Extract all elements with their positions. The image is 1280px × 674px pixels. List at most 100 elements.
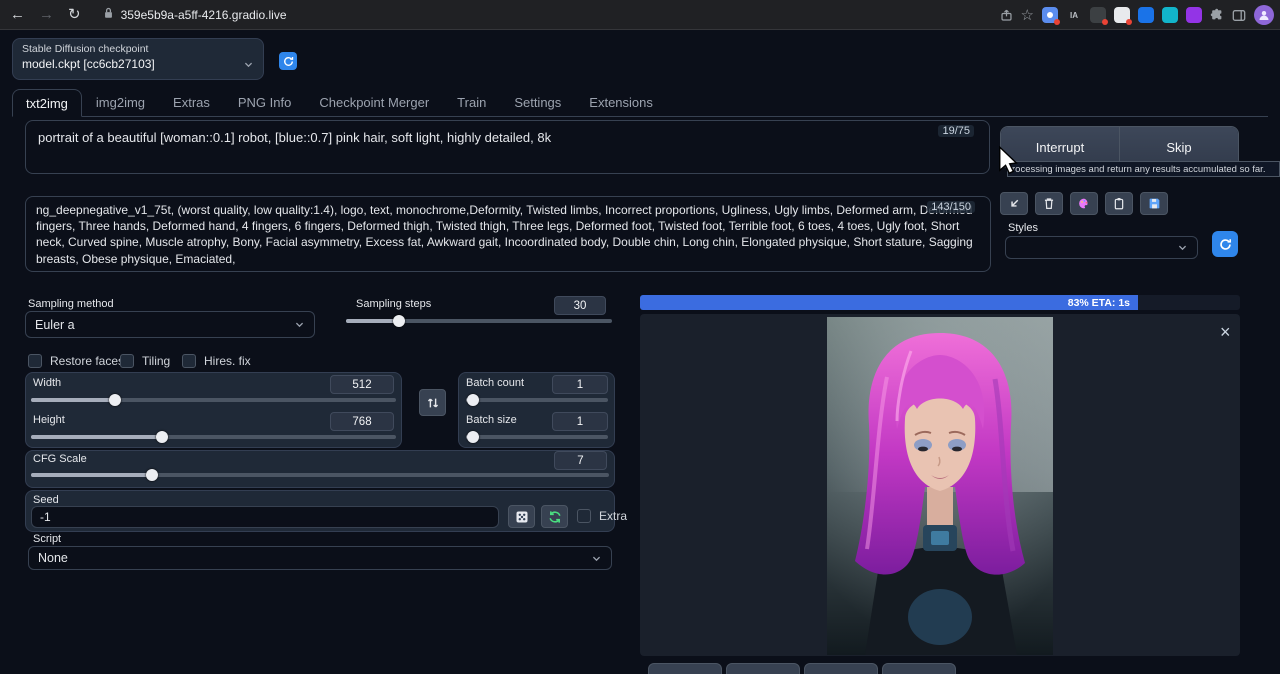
slider-handle[interactable] (393, 315, 405, 327)
checkpoint-label: Stable Diffusion checkpoint (13, 39, 263, 55)
swap-dimensions-button[interactable] (419, 389, 446, 416)
paste-params-button[interactable] (1000, 192, 1028, 215)
random-seed-button[interactable] (508, 505, 535, 528)
slider-handle[interactable] (146, 469, 158, 481)
sampling-method-label: Sampling method (28, 298, 114, 310)
browser-extensions-area: ☆ IA (1000, 0, 1274, 30)
tab-extensions[interactable]: Extensions (575, 89, 667, 116)
chevron-down-icon (591, 553, 602, 564)
extension-icon[interactable] (1042, 7, 1058, 23)
tab-extras[interactable]: Extras (159, 89, 224, 116)
width-value[interactable]: 512 (330, 375, 394, 394)
output-action-button[interactable] (648, 663, 722, 674)
trash-icon (1043, 197, 1055, 210)
extension-icon[interactable]: IA (1066, 7, 1082, 23)
output-action-button[interactable] (804, 663, 878, 674)
slider-handle[interactable] (467, 431, 479, 443)
hires-fix-checkbox[interactable]: Hires. fix (182, 354, 251, 368)
output-action-button[interactable] (726, 663, 800, 674)
screen: ← → ↻ 359e5b9a-a5ff-4216.gradio.live ☆ I… (0, 0, 1280, 674)
width-slider[interactable] (31, 394, 396, 406)
slider-handle[interactable] (109, 394, 121, 406)
slider-handle[interactable] (467, 394, 479, 406)
bookmark-star-icon[interactable]: ☆ (1021, 8, 1034, 23)
notification-badge (1126, 19, 1132, 25)
notification-badge (1102, 19, 1108, 25)
negative-prompt-input[interactable]: ng_deepnegative_v1_75t, (worst quality, … (25, 196, 991, 272)
height-label: Height (33, 414, 65, 426)
dice-icon (515, 510, 529, 524)
roll-artist-button[interactable] (1070, 192, 1098, 215)
tab-img2img[interactable]: img2img (82, 89, 159, 116)
width-label: Width (33, 377, 61, 389)
notification-badge (1054, 19, 1060, 25)
tab-checkpoint-merger[interactable]: Checkpoint Merger (305, 89, 443, 116)
share-icon[interactable] (1000, 9, 1013, 22)
cfg-scale-slider[interactable] (31, 469, 609, 481)
progress-bar: 83% ETA: 1s (640, 295, 1240, 310)
sampling-method-dropdown[interactable]: Euler a (25, 311, 315, 338)
extra-seed-checkbox[interactable]: Extra (577, 509, 627, 523)
batch-size-slider[interactable] (466, 431, 608, 443)
forward-button[interactable]: → (39, 7, 54, 22)
tiling-checkbox[interactable]: Tiling (120, 354, 170, 368)
tab-settings[interactable]: Settings (500, 89, 575, 116)
reuse-seed-button[interactable] (541, 505, 568, 528)
browser-toolbar: ← → ↻ 359e5b9a-a5ff-4216.gradio.live ☆ I… (0, 0, 1280, 30)
lock-icon (103, 6, 114, 24)
address-bar[interactable]: 359e5b9a-a5ff-4216.gradio.live (103, 6, 287, 24)
clipboard-icon (1113, 197, 1125, 210)
prompt-token-counter: 19/75 (938, 125, 974, 137)
tab-png-info[interactable]: PNG Info (224, 89, 305, 116)
prompt-input[interactable]: portrait of a beautiful [woman::0.1] rob… (25, 120, 990, 174)
seed-input[interactable] (31, 506, 499, 528)
negative-token-counter: 143/150 (927, 201, 975, 213)
extension-icon[interactable] (1186, 7, 1202, 23)
batch-count-value[interactable]: 1 (552, 375, 608, 394)
profile-avatar[interactable] (1254, 5, 1274, 25)
browser-nav: ← → ↻ (0, 7, 81, 22)
height-value[interactable]: 768 (330, 412, 394, 431)
tab-txt2img[interactable]: txt2img (12, 89, 82, 117)
height-slider[interactable] (31, 431, 396, 443)
back-button[interactable]: ← (10, 7, 25, 22)
apply-style-button[interactable] (1105, 192, 1133, 215)
progress-text: 83% ETA: 1s (1068, 297, 1130, 309)
save-style-icon (1148, 197, 1161, 210)
tab-bar: txt2img img2img Extras PNG Info Checkpoi… (12, 89, 1268, 117)
styles-dropdown[interactable] (1005, 236, 1198, 259)
cfg-scale-label: CFG Scale (33, 453, 87, 465)
checkpoint-value: model.ckpt [cc6cb27103] (22, 57, 155, 71)
clear-prompt-button[interactable] (1035, 192, 1063, 215)
extension-icon[interactable] (1162, 7, 1178, 23)
sidebar-panel-icon[interactable] (1232, 9, 1246, 22)
url-text: 359e5b9a-a5ff-4216.gradio.live (121, 8, 287, 22)
batch-size-value[interactable]: 1 (552, 412, 608, 431)
paste-arrow-icon (1008, 197, 1021, 210)
script-dropdown[interactable]: None (28, 546, 612, 570)
tab-train[interactable]: Train (443, 89, 500, 116)
close-icon[interactable]: × (1220, 322, 1231, 343)
refresh-checkpoint-button[interactable] (279, 52, 297, 70)
interrupt-tooltip: rocessing images and return any results … (1007, 161, 1280, 177)
sampling-steps-slider[interactable] (346, 315, 612, 327)
sampling-steps-value[interactable]: 30 (554, 296, 606, 315)
extension-icon[interactable] (1114, 7, 1130, 23)
save-style-button[interactable] (1140, 192, 1168, 215)
chevron-down-icon (243, 59, 254, 70)
extensions-puzzle-icon[interactable] (1210, 8, 1224, 22)
slider-handle[interactable] (156, 431, 168, 443)
prompt-container: portrait of a beautiful [woman::0.1] rob… (25, 120, 990, 174)
output-action-button[interactable] (882, 663, 956, 674)
checkpoint-dropdown[interactable]: Stable Diffusion checkpoint model.ckpt [… (12, 38, 264, 80)
batch-size-label: Batch size (466, 414, 517, 426)
chevron-down-icon (294, 319, 305, 330)
refresh-styles-button[interactable] (1212, 231, 1238, 257)
reload-button[interactable]: ↻ (68, 7, 81, 22)
batch-count-slider[interactable] (466, 394, 608, 406)
cfg-scale-value[interactable]: 7 (554, 451, 607, 470)
extension-icon[interactable] (1138, 7, 1154, 23)
generated-image[interactable] (827, 317, 1053, 655)
extension-icon[interactable] (1090, 7, 1106, 23)
restore-faces-checkbox[interactable]: Restore faces (28, 354, 124, 368)
